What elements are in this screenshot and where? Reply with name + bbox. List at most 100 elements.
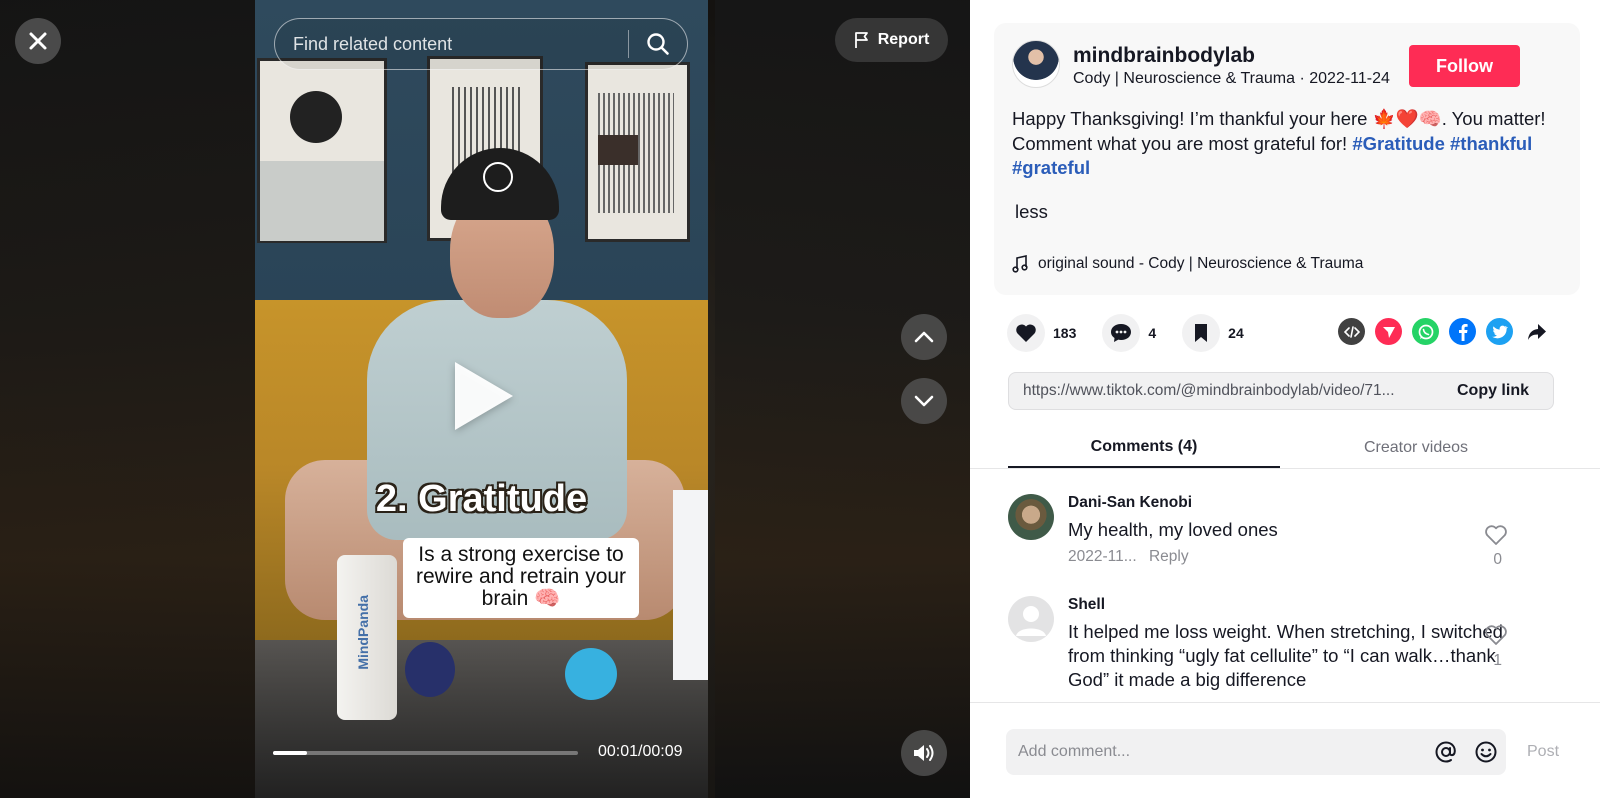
- overlay-caption: Is a strong exercise to rewire and retra…: [415, 543, 627, 610]
- comment-composer: Post: [970, 702, 1600, 798]
- comment-action[interactable]: 4: [1102, 314, 1156, 352]
- heart-outline-icon: [1485, 625, 1507, 645]
- tab-comments[interactable]: Comments (4): [1008, 428, 1280, 468]
- copy-link-button[interactable]: Copy link: [1433, 382, 1553, 400]
- more-share-button[interactable]: [1523, 318, 1550, 345]
- search-icon: [647, 33, 669, 55]
- hashtag-gratitude[interactable]: #Gratitude: [1352, 133, 1445, 154]
- comment-username[interactable]: Dani-San Kenobi: [1068, 494, 1192, 512]
- comment-meta: 2022-11... Reply: [1068, 548, 1189, 566]
- stress-ball-cyan: [565, 648, 617, 700]
- comment-like-button[interactable]: [1484, 624, 1508, 651]
- comment-avatar[interactable]: [1008, 596, 1054, 642]
- hashtag-grateful[interactable]: #grateful: [1012, 157, 1090, 178]
- play-icon[interactable]: [455, 362, 513, 430]
- bookmark-icon: [1195, 324, 1208, 342]
- twitter-icon: [1491, 325, 1508, 338]
- music-row[interactable]: original sound - Cody | Neuroscience & T…: [1012, 255, 1363, 273]
- emoji-button[interactable]: [1466, 729, 1506, 775]
- comment-username[interactable]: Shell: [1068, 596, 1105, 614]
- comment-input[interactable]: [1006, 729, 1426, 775]
- send-icon: [1382, 326, 1395, 338]
- bottle: MindPanda: [337, 555, 397, 720]
- panel-scrollbar[interactable]: [1592, 0, 1600, 798]
- facebook-icon: [1458, 323, 1468, 341]
- tab-creator-videos[interactable]: Creator videos: [1280, 428, 1552, 468]
- search-input[interactable]: [275, 19, 628, 69]
- save-button[interactable]: [1182, 314, 1221, 352]
- video-player[interactable]: MindPanda 2. Gratitude Is a strong exerc…: [255, 0, 708, 798]
- app-root: MindPanda 2. Gratitude Is a strong exerc…: [0, 0, 1600, 798]
- heart-outline-icon: [1485, 525, 1507, 545]
- music-label: original sound - Cody | Neuroscience & T…: [1038, 255, 1364, 272]
- overlay-caption-box: Is a strong exercise to rewire and retra…: [403, 538, 639, 618]
- wall-frame-right: [585, 62, 690, 242]
- video-info-card: mindbrainbodylab Cody | Neuroscience & T…: [994, 23, 1580, 295]
- embed-button[interactable]: [1338, 318, 1365, 345]
- follow-button[interactable]: Follow: [1409, 45, 1520, 87]
- actions-row: 183 4 24: [1007, 314, 1270, 352]
- chevron-down-icon: [914, 395, 934, 407]
- progress-fill: [273, 751, 307, 755]
- next-video-button[interactable]: [901, 378, 947, 424]
- music-note-icon: [1012, 255, 1028, 273]
- comment-like-button[interactable]: [1484, 524, 1508, 551]
- author-avatar[interactable]: [1012, 40, 1060, 88]
- like-action[interactable]: 183: [1007, 314, 1076, 352]
- video-blur-left: [0, 0, 255, 798]
- stress-ball-navy: [405, 642, 455, 697]
- hashtag-thankful[interactable]: #thankful: [1450, 133, 1532, 154]
- chevron-up-icon: [914, 331, 934, 343]
- comment-avatar[interactable]: [1008, 494, 1054, 540]
- comment-like-count: 1: [1493, 652, 1502, 669]
- close-button[interactable]: [15, 18, 61, 64]
- comment-text: My health, my loved ones: [1068, 519, 1278, 540]
- report-label: Report: [877, 31, 930, 48]
- mention-button[interactable]: [1426, 729, 1466, 775]
- heart-icon: [1016, 324, 1036, 342]
- comment-like-count: 0: [1493, 551, 1502, 568]
- comment-item: Shell It helped me loss weight. When str…: [1008, 596, 1568, 696]
- facebook-button[interactable]: [1449, 318, 1476, 345]
- volume-button[interactable]: [901, 730, 947, 776]
- wall-frame-left: [257, 58, 387, 243]
- emoji-icon: [1475, 741, 1497, 763]
- flag-icon: [854, 32, 868, 48]
- search-button[interactable]: [629, 19, 687, 69]
- tab-bar: Comments (4) Creator videos: [1008, 428, 1600, 468]
- link-box: https://www.tiktok.com/@mindbrainbodylab…: [1008, 372, 1554, 410]
- like-count: 183: [1053, 325, 1077, 341]
- send-to-friends-button[interactable]: [1375, 318, 1402, 345]
- author-username[interactable]: mindbrainbodylab: [1073, 44, 1255, 68]
- post-button[interactable]: Post: [1527, 729, 1559, 775]
- report-button[interactable]: Report: [835, 18, 948, 62]
- embed-icon: [1343, 325, 1360, 338]
- comment-button[interactable]: [1102, 314, 1141, 352]
- time-display: 00:01/00:09: [598, 743, 683, 760]
- search-box: [274, 18, 688, 70]
- less-link[interactable]: less: [1015, 201, 1048, 223]
- comment-input-wrap: [1006, 729, 1506, 775]
- reply-button[interactable]: Reply: [1149, 548, 1189, 565]
- overlay-title: 2. Gratitude: [375, 478, 588, 520]
- save-action[interactable]: 24: [1182, 314, 1244, 352]
- side-panel: mindbrainbodylab Cody | Neuroscience & T…: [970, 0, 1600, 798]
- whatsapp-button[interactable]: [1412, 318, 1439, 345]
- whatsapp-icon: [1418, 324, 1433, 339]
- bottle-label: MindPanda: [355, 595, 371, 670]
- twitter-button[interactable]: [1486, 318, 1513, 345]
- comment-icon: [1111, 324, 1132, 342]
- at-icon: [1435, 741, 1456, 763]
- video-link[interactable]: https://www.tiktok.com/@mindbrainbodylab…: [1009, 382, 1433, 400]
- share-icons: [1338, 318, 1550, 345]
- save-count: 24: [1228, 325, 1244, 341]
- comment-text: It helped me loss weight. When stretchin…: [1068, 621, 1503, 690]
- previous-video-button[interactable]: [901, 314, 947, 360]
- author-subtitle: Cody | Neuroscience & Trauma · 2022-11-2…: [1073, 70, 1390, 87]
- tabs-divider: [970, 468, 1600, 469]
- default-avatar-icon: [1016, 606, 1046, 636]
- comment-count: 4: [1148, 325, 1157, 341]
- video-caption: Happy Thanksgiving! I’m thankful your he…: [1012, 107, 1557, 181]
- progress-bar[interactable]: [273, 751, 578, 755]
- like-button[interactable]: [1007, 314, 1045, 352]
